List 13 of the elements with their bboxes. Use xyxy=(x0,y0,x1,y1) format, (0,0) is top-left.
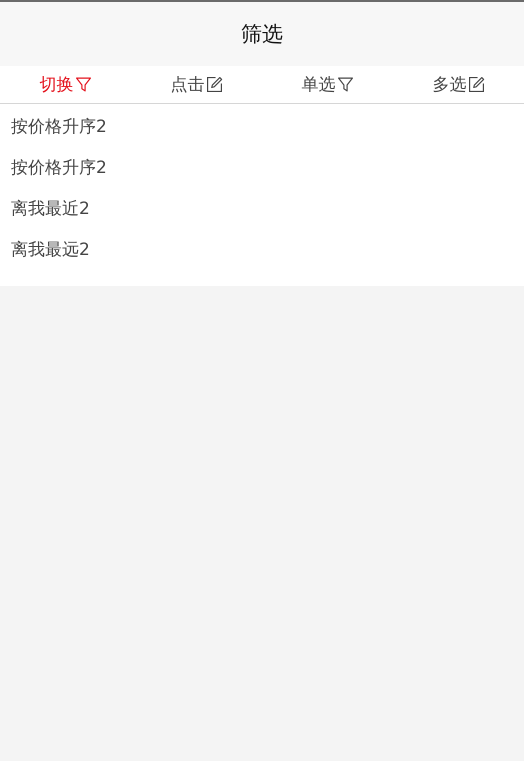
option-item[interactable]: 按价格升序2 xyxy=(0,106,107,147)
option-item[interactable]: 按价格升序2 xyxy=(0,147,107,188)
option-item[interactable]: 离我最近2 xyxy=(0,188,90,229)
filter-tab[interactable]: 单选 xyxy=(262,66,393,103)
edit-icon xyxy=(468,76,484,93)
filter-tab[interactable]: 多选 xyxy=(393,66,524,103)
filter-tab[interactable]: 点击 xyxy=(131,66,262,103)
funnel-icon xyxy=(74,76,92,93)
filter-tab[interactable]: 切换 xyxy=(0,66,131,103)
option-item[interactable]: 离我最远2 xyxy=(0,229,90,270)
funnel-icon xyxy=(336,76,354,93)
edit-icon xyxy=(206,76,222,93)
page-title: 筛选 xyxy=(241,21,283,48)
